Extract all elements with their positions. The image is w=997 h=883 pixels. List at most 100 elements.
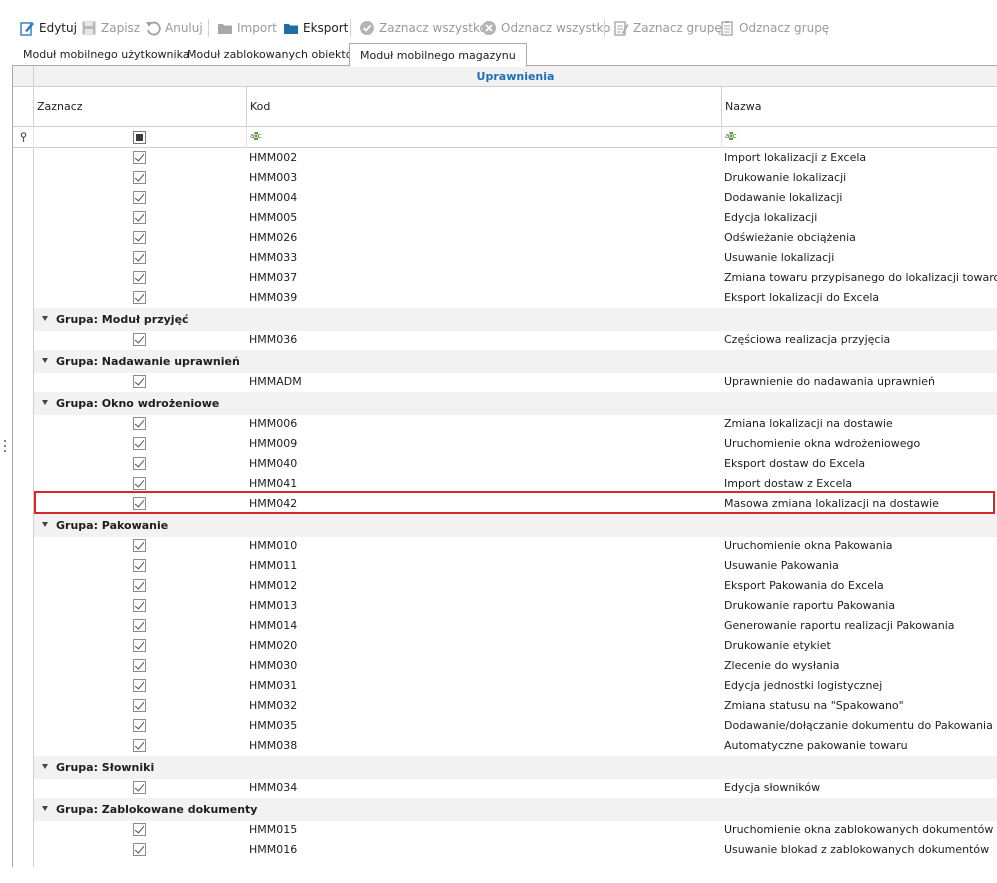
table-row[interactable]: HMM016 Usuwanie blokad z zablokowanych do… [34, 840, 997, 860]
checkbox-checked[interactable] [133, 251, 146, 264]
tab-mobile-warehouse-module[interactable]: Moduł mobilnego magazynu [349, 43, 527, 67]
splitter-grip[interactable] [4, 440, 7, 454]
select-group-button[interactable]: Zaznacz grupę [613, 17, 722, 39]
filter-cell-kod[interactable]: abc [247, 127, 722, 148]
tab-blocked-objects-module[interactable]: Moduł zablokowanych obiektów [177, 43, 371, 66]
column-header-nazwa[interactable]: Nazwa [722, 87, 997, 127]
edit-button[interactable]: Edytuj [19, 17, 77, 39]
checkbox-checked[interactable] [133, 333, 146, 346]
filter-cell-nazwa[interactable]: abc [722, 127, 997, 148]
checkbox-checked[interactable] [133, 781, 146, 794]
checkbox-checked[interactable] [133, 699, 146, 712]
table-row[interactable]: HMMADM Uprawnienie do nadawania uprawnień [34, 372, 997, 392]
table-row[interactable]: HMM038 Automatyczne pakowanie towaru [34, 736, 997, 756]
collapse-arrow-icon[interactable] [42, 522, 48, 527]
cell-nazwa: Drukowanie raportu Pakowania [724, 599, 896, 612]
table-row[interactable]: HMM031 Edycja jednostki logistycznej [34, 676, 997, 696]
checkbox-checked[interactable] [133, 375, 146, 388]
column-header-kod[interactable]: Kod [247, 87, 722, 127]
group-row[interactable]: Grupa: Nadawanie uprawnień [34, 350, 997, 373]
filter-cell-zaznacz[interactable] [34, 127, 247, 148]
table-row[interactable]: HMM003 Drukowanie lokalizacji [34, 168, 997, 188]
collapse-arrow-icon[interactable] [42, 358, 48, 363]
table-row[interactable]: HMM006 Zmiana lokalizacji na dostawie [34, 414, 997, 434]
select-all-button[interactable]: Zaznacz wszystko [359, 17, 487, 39]
checkbox-checked[interactable] [133, 739, 146, 752]
table-row[interactable]: HMM011 Usuwanie Pakowania [34, 556, 997, 576]
table-row[interactable]: HMM035 Dodawanie/dołączanie dokumentu do … [34, 716, 997, 736]
group-row[interactable]: Grupa: Moduł przyjęć [34, 308, 997, 331]
table-row[interactable]: HMM010 Uruchomienie okna Pakowania [34, 536, 997, 556]
cell-nazwa: Dodawanie/dołączanie dokumentu do Pakowa… [724, 719, 993, 732]
checkbox-checked[interactable] [133, 291, 146, 304]
cell-nazwa: Zlecenie do wysłania [724, 659, 840, 672]
cell-nazwa: Eksport lokalizacji do Excela [724, 291, 880, 304]
table-row[interactable]: HMM034 Edycja słowników [34, 778, 997, 798]
cell-nazwa: Masowa zmiana lokalizacji na dostawie [724, 497, 939, 510]
checkbox-checked[interactable] [133, 599, 146, 612]
checkbox-checked[interactable] [133, 719, 146, 732]
table-row[interactable]: HMM015 Uruchomienie okna zablokowanych do… [34, 820, 997, 840]
group-label: Grupa: Zablokowane dokumenty [56, 803, 258, 816]
table-row[interactable]: HMM013 Drukowanie raportu Pakowania [34, 596, 997, 616]
tab-mobile-user-module[interactable]: Moduł mobilnego użytkownika [13, 43, 200, 66]
table-row[interactable]: HMM005 Edycja lokalizacji [34, 208, 997, 228]
table-row[interactable]: HMM002 Import lokalizacji z Excela [34, 148, 997, 168]
checkbox-checked[interactable] [133, 497, 146, 510]
group-row[interactable]: Grupa: Okno wdrożeniowe [34, 392, 997, 415]
checkbox-checked[interactable] [133, 151, 146, 164]
table-row[interactable]: HMM004 Dodawanie lokalizacji [34, 188, 997, 208]
checkbox-checked[interactable] [133, 191, 146, 204]
checkbox-checked[interactable] [133, 211, 146, 224]
table-row[interactable]: HMM040 Eksport dostaw do Excela [34, 454, 997, 474]
import-button[interactable]: Import [217, 17, 277, 39]
table-row[interactable]: HMM041 Import dostaw z Excela [34, 474, 997, 494]
checkbox-checked[interactable] [133, 679, 146, 692]
edit-label: Edytuj [39, 21, 77, 35]
group-row[interactable]: Grupa: Pakowanie [34, 514, 997, 537]
checkbox-checked[interactable] [133, 457, 146, 470]
checkbox-checked[interactable] [133, 619, 146, 632]
checkbox-checked[interactable] [133, 659, 146, 672]
checkbox-checked[interactable] [133, 437, 146, 450]
table-row[interactable]: HMM033 Usuwanie lokalizacji [34, 248, 997, 268]
checklist-icon [721, 21, 733, 36]
table-row[interactable]: HMM032 Zmiana statusu na "Spakowano" [34, 696, 997, 716]
save-button[interactable]: Zapisz [81, 17, 140, 39]
collapse-arrow-icon[interactable] [42, 806, 48, 811]
deselect-all-button[interactable]: Odznacz wszystko [481, 17, 610, 39]
checkbox-checked[interactable] [133, 417, 146, 430]
checkbox-checked[interactable] [133, 823, 146, 836]
table-row[interactable]: HMM020 Drukowanie etykiet [34, 636, 997, 656]
column-header-zaznacz[interactable]: Zaznacz [34, 87, 247, 127]
table-row[interactable]: HMM030 Zlecenie do wysłania [34, 656, 997, 676]
checkbox-checked[interactable] [133, 843, 146, 856]
table-row[interactable]: HMM014 Generowanie raportu realizacji Pak… [34, 616, 997, 636]
collapse-arrow-icon[interactable] [42, 400, 48, 405]
deselect-group-button[interactable]: Odznacz grupę [719, 17, 829, 39]
table-row[interactable]: HMM039 Eksport lokalizacji do Excela [34, 288, 997, 308]
group-row[interactable]: Grupa: Słowniki [34, 756, 997, 779]
checkbox-checked[interactable] [133, 171, 146, 184]
collapse-arrow-icon[interactable] [42, 316, 48, 321]
export-button[interactable]: Eksport [283, 17, 348, 39]
checkbox-checked[interactable] [133, 559, 146, 572]
checkbox-checked[interactable] [133, 231, 146, 244]
checkbox-checked[interactable] [133, 477, 146, 490]
table-row[interactable]: HMM037 Zmiana towaru przypisanego do loka… [34, 268, 997, 288]
cancel-button[interactable]: Anuluj [145, 17, 203, 39]
group-row[interactable]: Grupa: Zablokowane dokumenty [34, 798, 997, 821]
table-row[interactable]: HMM009 Uruchomienie okna wdrożeniowego [34, 434, 997, 454]
collapse-arrow-icon[interactable] [42, 764, 48, 769]
filter-pin-cell [13, 127, 34, 148]
table-row[interactable]: HMM042 Masowa zmiana lokalizacji na dosta… [34, 494, 997, 514]
checkbox-checked[interactable] [133, 271, 146, 284]
cell-kod: HMM037 [249, 271, 298, 284]
filter-checkbox-indeterminate[interactable] [133, 131, 146, 144]
table-row[interactable]: HMM026 Odświeżanie obciążenia [34, 228, 997, 248]
checkbox-checked[interactable] [133, 579, 146, 592]
table-row[interactable]: HMM036 Częściowa realizacja przyjęcia [34, 330, 997, 350]
checkbox-checked[interactable] [133, 539, 146, 552]
checkbox-checked[interactable] [133, 639, 146, 652]
table-row[interactable]: HMM012 Eksport Pakowania do Excela [34, 576, 997, 596]
